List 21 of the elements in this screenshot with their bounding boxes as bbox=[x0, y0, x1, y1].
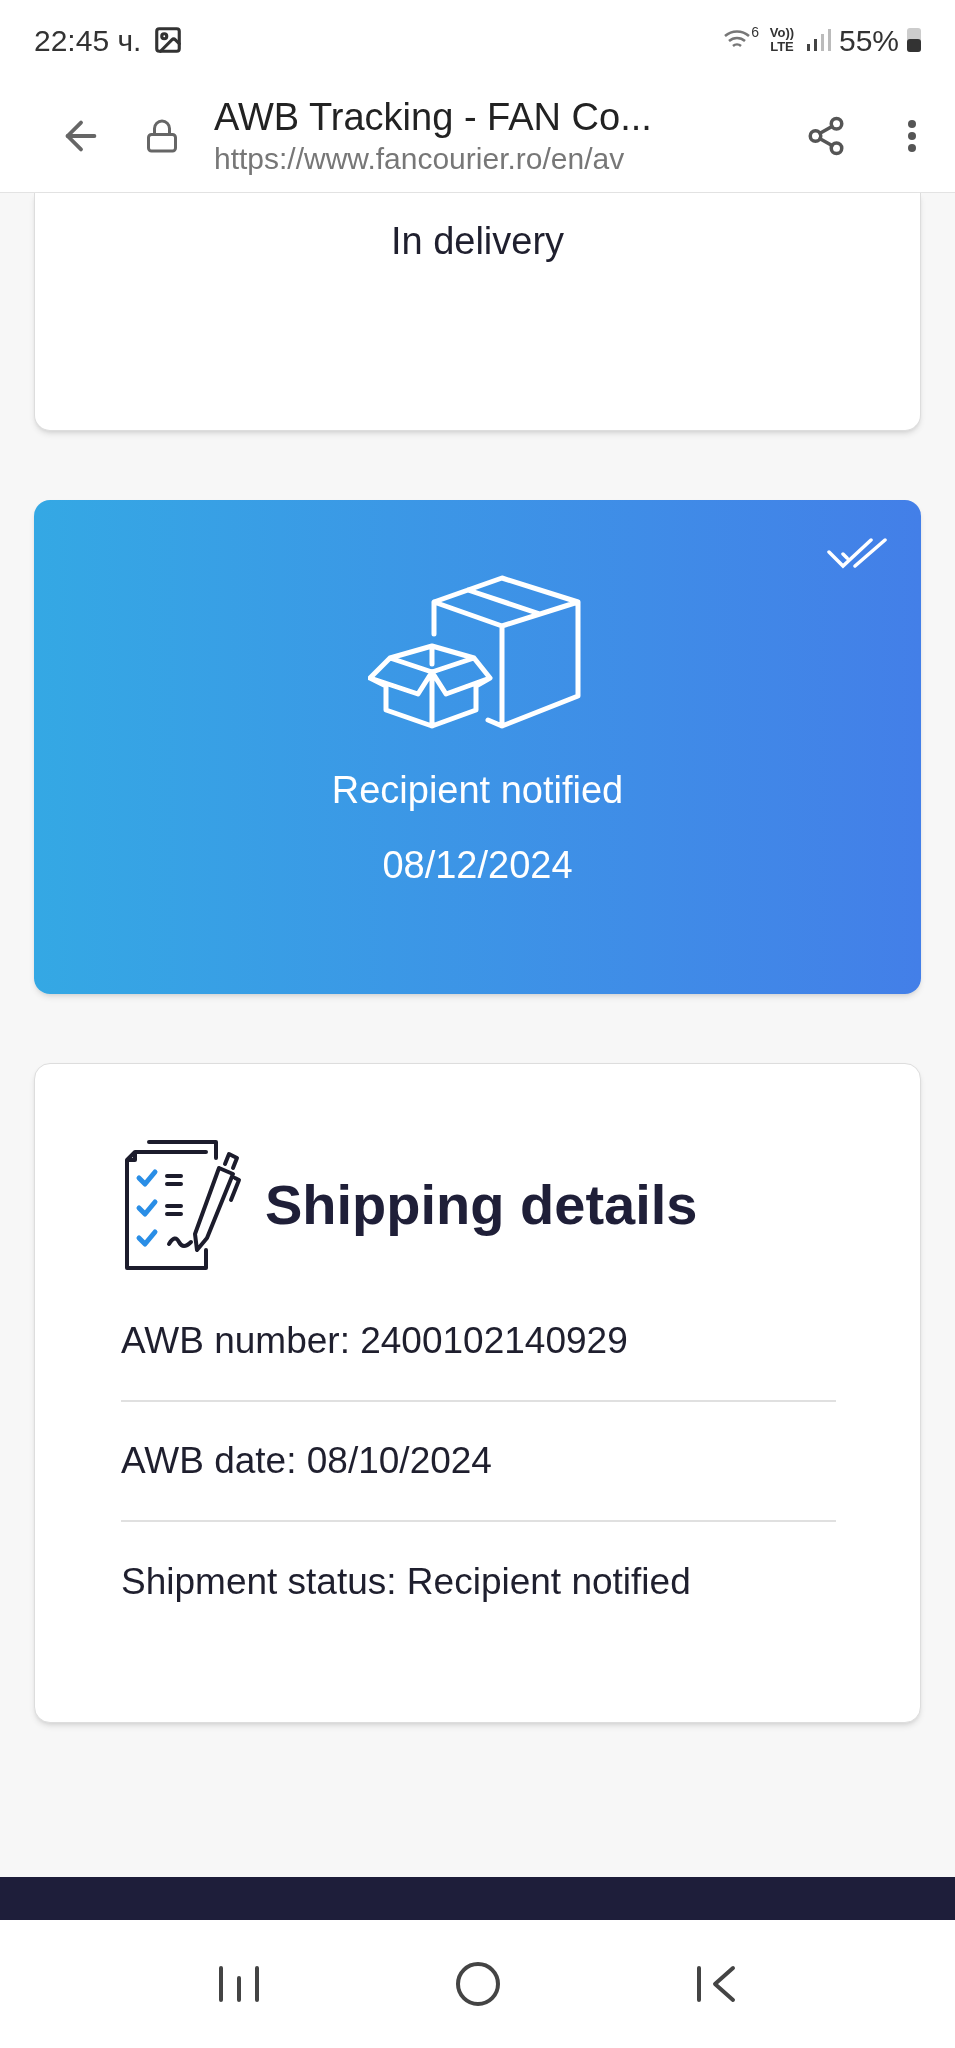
wifi-standard-label: 6 bbox=[751, 22, 759, 42]
status-date: 08/12/2024 bbox=[382, 843, 573, 888]
details-title: Shipping details bbox=[265, 1172, 698, 1238]
detail-text: Shipment status: Recipient notified bbox=[121, 1560, 691, 1605]
lock-icon bbox=[144, 118, 180, 154]
more-icon bbox=[907, 119, 917, 153]
recent-apps-icon[interactable] bbox=[216, 1964, 261, 2004]
page-url: https://www.fancourier.ro/en/av bbox=[214, 141, 626, 177]
battery-icon bbox=[907, 28, 921, 52]
more-button[interactable] bbox=[907, 119, 917, 153]
battery-percent: 55% bbox=[838, 22, 899, 59]
signal-icon bbox=[804, 28, 831, 52]
status-title: Recipient notified bbox=[331, 768, 624, 813]
volte-label: Vo)) LTE bbox=[768, 26, 796, 54]
detail-text: AWB number: 2400102140929 bbox=[121, 1319, 628, 1364]
home-icon[interactable] bbox=[453, 1960, 502, 2008]
page-title: AWB Tracking - FAN Co... bbox=[214, 95, 653, 140]
clock: 22:45 ч. bbox=[34, 22, 142, 59]
image-icon bbox=[153, 25, 184, 55]
status-label: In delivery bbox=[390, 219, 565, 264]
detail-text: AWB date: 08/10/2024 bbox=[121, 1439, 492, 1484]
